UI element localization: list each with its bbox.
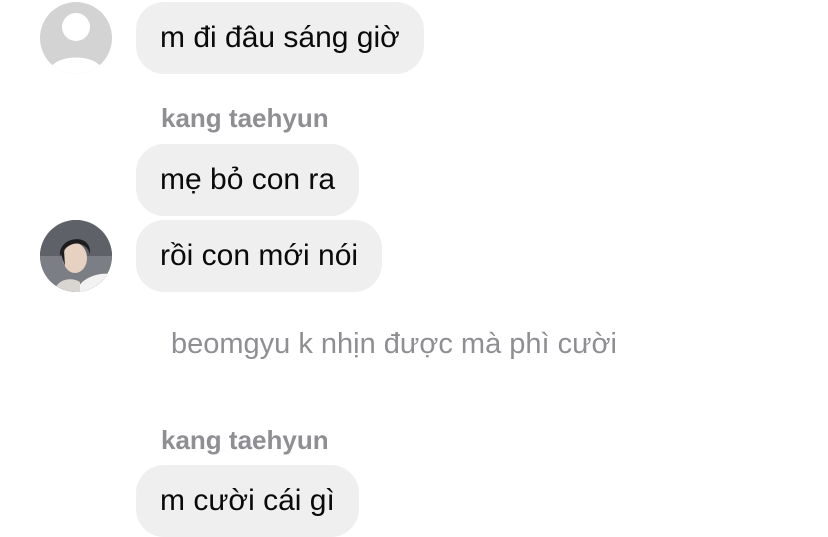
message-text: m đi đâu sáng giờ — [160, 21, 400, 54]
sender-name: kang taehyun — [161, 425, 329, 455]
message-text: rồi con mới nói — [160, 239, 359, 272]
sender-name: kang taehyun — [161, 103, 329, 133]
message-bubble[interactable]: rồi con mới nói — [136, 220, 383, 292]
person-silhouette-icon — [48, 13, 104, 74]
message-text: m cười cái gì — [160, 484, 335, 517]
user-photo — [40, 220, 112, 292]
system-notice: beomgyu k nhịn được mà phì cười — [171, 328, 618, 360]
default-avatar[interactable] — [40, 2, 112, 74]
message-bubble[interactable]: mẹ bỏ con ra — [136, 144, 360, 216]
user-avatar[interactable] — [40, 220, 112, 292]
message-bubble[interactable]: m cười cái gì — [136, 465, 359, 537]
message-text: mẹ bỏ con ra — [160, 163, 336, 196]
message-bubble[interactable]: m đi đâu sáng giờ — [136, 2, 424, 74]
